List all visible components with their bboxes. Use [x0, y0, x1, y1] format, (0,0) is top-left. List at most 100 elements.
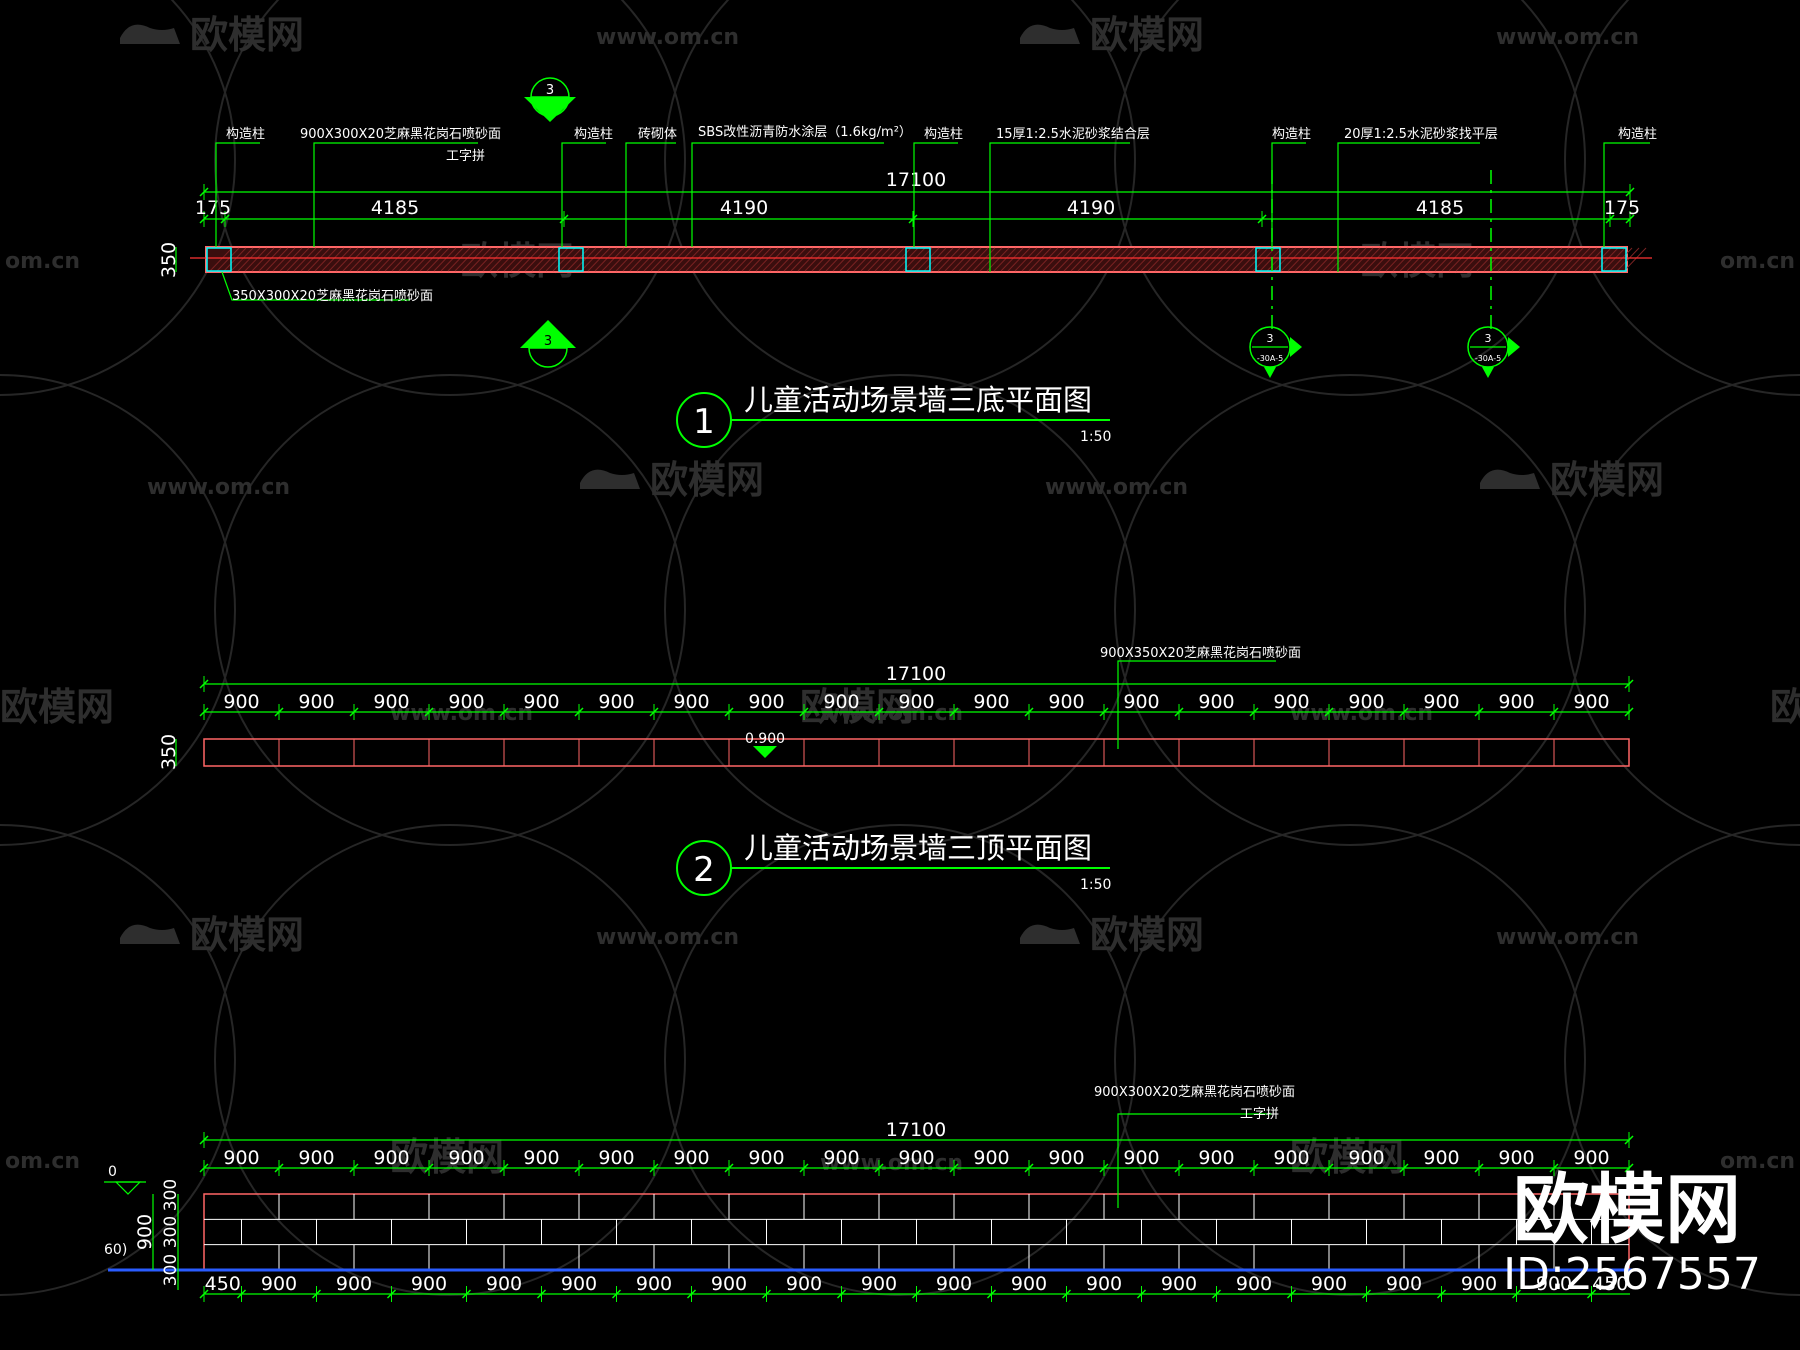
plan-1-label-column-4: 构造柱	[1272, 127, 1311, 142]
plan-2-height-dim: 350	[158, 734, 180, 770]
watermark-text: om.cn	[5, 249, 80, 274]
elevation-module-dim: 900	[448, 1147, 484, 1169]
elevation-module-dim: 900	[298, 1147, 334, 1169]
plan-1-number: 1	[693, 402, 715, 442]
plan-2-module-dim: 900	[1498, 691, 1534, 713]
elevation-bottom-dim: 900	[1011, 1273, 1047, 1295]
detail-mark-1-number: 3	[1267, 332, 1274, 345]
elevation-bottom-dim: 900	[786, 1273, 822, 1295]
watermark-text: om.cn	[5, 1149, 80, 1174]
elevation-bottom-dim: 900	[1386, 1273, 1422, 1295]
watermark-text: www.om.cn	[147, 475, 290, 500]
elevation-module-dim: 900	[898, 1147, 934, 1169]
plan-1-dim-6: 175	[1604, 197, 1640, 219]
elevation-module-dim: 900	[1423, 1147, 1459, 1169]
detail-mark-2-number: 3	[1485, 332, 1492, 345]
elevation-module-dim: 900	[598, 1147, 634, 1169]
plan-2-module-dim: 900	[523, 691, 559, 713]
plan-1-height-dim: 350	[158, 242, 180, 278]
plan-1-scale: 1:50	[1080, 429, 1111, 445]
elevation-row-dim-2: 300	[161, 1216, 181, 1248]
watermark-text: 欧模网	[190, 13, 304, 57]
plan-2-module-dim: 900	[1573, 691, 1609, 713]
elevation-module-dim: 900	[1123, 1147, 1159, 1169]
elevation-module-dim: 900	[673, 1147, 709, 1169]
plan-1-label-end-stone: 350X300X20芝麻黑花岗石喷砂面	[232, 288, 433, 304]
elevation-fragment-1: 0	[108, 1164, 117, 1180]
elevation-bottom-dim: 900	[261, 1273, 297, 1295]
plan-2-module-dim: 900	[1048, 691, 1084, 713]
plan-1-label-column-1: 构造柱	[226, 127, 265, 142]
elevation-module-dim: 900	[748, 1147, 784, 1169]
plan-1-label-sbs: SBS改性沥青防水涂层（1.6kg/m²）	[698, 124, 912, 140]
brand-badge: 欧模网 ID:2567557	[1503, 1165, 1761, 1300]
plan-2-module-dim: 900	[898, 691, 934, 713]
plan-1-dim-2: 4185	[371, 197, 419, 219]
elevation-total-dim: 17100	[886, 1119, 946, 1141]
elevation-bottom-dim: 900	[861, 1273, 897, 1295]
plan-1-label-mortar-20: 20厚1:2.5水泥砂浆找平层	[1344, 127, 1498, 142]
elevation-module-dim: 900	[1048, 1147, 1084, 1169]
watermark-text: 欧模网	[0, 685, 114, 729]
plan-1-total-dim: 17100	[886, 169, 946, 191]
elevation-bottom-dim: 900	[636, 1273, 672, 1295]
plan-2-module-dim: 900	[1348, 691, 1384, 713]
plan-2-module-dim: 900	[598, 691, 634, 713]
section-mark-bottom-label: 3	[544, 334, 552, 349]
plan-1-dim-5: 4185	[1416, 197, 1464, 219]
elevation-module-dim: 900	[523, 1147, 559, 1169]
detail-mark-2-sub: -30A-5	[1475, 354, 1501, 363]
watermark-text: www.om.cn	[1496, 925, 1639, 950]
elevation-bottom-dim: 900	[561, 1273, 597, 1295]
elevation-module-dim: 900	[973, 1147, 1009, 1169]
watermark-text: www.om.cn	[1496, 25, 1639, 50]
plan-1-title: 儿童活动场景墙三底平面图	[744, 383, 1092, 417]
elevation-row-dim-1: 300	[161, 1179, 181, 1211]
plan-2-module-dim: 900	[298, 691, 334, 713]
plan-2-module-dim: 900	[1123, 691, 1159, 713]
elevation-bottom-dim: 900	[711, 1273, 747, 1295]
plan-1-label-column-5: 构造柱	[1618, 127, 1657, 142]
plan-2-module-dim: 900	[823, 691, 859, 713]
plan-2-module-dim: 900	[748, 691, 784, 713]
elevation-bottom-dim: 900	[1311, 1273, 1347, 1295]
elevation-bottom-dim: 900	[1461, 1273, 1497, 1295]
elevation-fragment-2: 60)	[104, 1242, 127, 1258]
plan-2-module-dim: 900	[448, 691, 484, 713]
brand-badge-name: 欧模网	[1513, 1165, 1741, 1254]
elevation-module-dim: 900	[1273, 1147, 1309, 1169]
plan-1-dim-3: 4190	[720, 197, 768, 219]
watermark-text: 欧模网	[190, 913, 304, 957]
elevation-label: 900X300X20芝麻黑花岗石喷砂面	[1094, 1084, 1295, 1100]
elevation-module-dim: 900	[1198, 1147, 1234, 1169]
elevation-bottom-dim: 900	[336, 1273, 372, 1295]
watermark-text: www.om.cn	[596, 25, 739, 50]
plan-2-scale: 1:50	[1080, 877, 1111, 893]
watermark-text: 欧模	[1770, 685, 1800, 729]
elevation-bottom-dim: 450	[205, 1273, 241, 1295]
cad-drawing-canvas: 欧模网欧模网欧模网欧模网欧模网欧模网欧模网欧模网www.om.cnwww.om.…	[0, 0, 1800, 1350]
plan-2-module-dim: 900	[973, 691, 1009, 713]
elevation-row-dim-3: 300	[161, 1254, 181, 1286]
plan-1-label-column-2: 构造柱	[574, 127, 613, 142]
elevation-bottom-dim: 900	[936, 1273, 972, 1295]
elevation-bottom-dim: 900	[486, 1273, 522, 1295]
watermark-text: www.om.cn	[1045, 475, 1188, 500]
plan-1-label-i-joint: 工字拼	[446, 149, 485, 164]
plan-1-label-mortar-15: 15厚1:2.5水泥砂浆结合层	[996, 127, 1150, 142]
watermark-text: 欧模网	[1090, 13, 1204, 57]
elevation-label-2: 工字拼	[1240, 1107, 1279, 1122]
detail-mark-1-sub: -30A-5	[1257, 354, 1283, 363]
plan-1-label-stone-face: 900X300X20芝麻黑花岗石喷砂面	[300, 126, 501, 142]
plan-1-dim-4: 4190	[1067, 197, 1115, 219]
plan-1-label-brick: 砖砌体	[638, 127, 677, 142]
watermark-text: www.om.cn	[596, 925, 739, 950]
plan-2-label: 900X350X20芝麻黑花岗石喷砂面	[1100, 645, 1301, 661]
plan-2-module-dim: 900	[673, 691, 709, 713]
elevation-module-dim: 900	[1348, 1147, 1384, 1169]
elevation-bottom-dim: 900	[1236, 1273, 1272, 1295]
watermark-text: 欧模网	[650, 458, 764, 502]
elevation-bottom-dim: 900	[1086, 1273, 1122, 1295]
plan-1-wall-outline	[205, 246, 1628, 273]
plan-2-module-dim: 900	[1198, 691, 1234, 713]
